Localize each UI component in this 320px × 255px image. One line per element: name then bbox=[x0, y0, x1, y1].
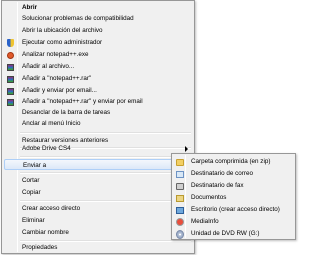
menu-item-add-to-rar[interactable]: Añadir a "notepad++.rar" bbox=[4, 73, 192, 84]
send-to-desktop[interactable]: Escritorio (crear acceso directo) bbox=[174, 204, 293, 215]
dvd-drive-icon bbox=[176, 229, 184, 239]
fax-icon bbox=[176, 182, 184, 190]
menu-item-add-rar-and-email[interactable]: Añadir a "notepad++.rar" y enviar por em… bbox=[4, 96, 192, 107]
menu-item-label: Abrir la ubicación del archivo bbox=[22, 27, 103, 34]
mediainfo-icon bbox=[176, 218, 184, 226]
menu-item-label: Unidad de DVD RW (G:) bbox=[191, 230, 260, 237]
menu-item-open-file-location[interactable]: Abrir la ubicación del archivo bbox=[4, 25, 192, 36]
zip-folder-icon bbox=[176, 158, 184, 166]
menu-item-rename[interactable]: Cambiar nombre bbox=[4, 227, 192, 238]
send-to-submenu: Carpeta comprimida (en zip) Destinatario… bbox=[171, 153, 296, 240]
desktop-icon bbox=[176, 206, 184, 214]
menu-item-scan[interactable]: Analizar notepad++.exe bbox=[4, 49, 192, 60]
menu-item-label: Cambiar nombre bbox=[22, 229, 69, 236]
menu-item-label: Adobe Drive CS4 bbox=[22, 145, 71, 152]
menu-item-add-and-email[interactable]: Añadir y enviar por email... bbox=[4, 85, 192, 96]
menu-item-run-as-admin[interactable]: Ejecutar como administrador bbox=[4, 37, 192, 48]
mail-icon bbox=[176, 170, 184, 178]
menu-item-label: Solucionar problemas de compatibilidad bbox=[22, 15, 134, 22]
uac-shield-icon bbox=[6, 39, 14, 47]
submenu-arrow-icon bbox=[185, 146, 188, 152]
menu-item-label: Propiedades bbox=[22, 244, 58, 251]
documents-folder-icon bbox=[176, 194, 184, 202]
menu-item-label: Añadir y enviar por email... bbox=[22, 87, 97, 94]
menu-item-unpin-taskbar[interactable]: Desanclar de la barra de tareas bbox=[4, 107, 192, 118]
menu-item-label: Ejecutar como administrador bbox=[22, 39, 103, 46]
menu-item-label: Añadir a "notepad++.rar" bbox=[22, 75, 92, 82]
menu-item-label: MediaInfo bbox=[191, 218, 219, 225]
winrar-icon bbox=[6, 98, 14, 106]
menu-item-label: Documentos bbox=[191, 194, 227, 201]
menu-item-label: Añadir a "notepad++.rar" y enviar por em… bbox=[22, 98, 143, 105]
menu-item-label: Eliminar bbox=[22, 217, 45, 224]
antivirus-icon bbox=[6, 51, 14, 59]
menu-item-send-to[interactable]: Enviar a bbox=[4, 159, 192, 170]
send-to-documents[interactable]: Documentos bbox=[174, 192, 293, 203]
menu-item-properties[interactable]: Propiedades bbox=[4, 242, 192, 253]
menu-item-abrir[interactable]: Abrir bbox=[4, 2, 192, 13]
menu-item-delete[interactable]: Eliminar bbox=[4, 215, 192, 226]
menu-item-label: Cortar bbox=[22, 177, 40, 184]
send-to-dvd-drive[interactable]: Unidad de DVD RW (G:) bbox=[174, 228, 293, 239]
menu-separator bbox=[20, 156, 191, 158]
menu-separator bbox=[20, 200, 191, 202]
menu-item-troubleshoot-compatibility[interactable]: Solucionar problemas de compatibilidad bbox=[4, 13, 192, 24]
menu-item-label: Enviar a bbox=[23, 162, 47, 169]
menu-item-label: Carpeta comprimida (en zip) bbox=[191, 158, 271, 165]
send-to-mediainfo[interactable]: MediaInfo bbox=[174, 216, 293, 227]
winrar-icon bbox=[6, 63, 14, 71]
menu-item-label: Destinatario de correo bbox=[191, 170, 253, 177]
send-to-mail-recipient[interactable]: Destinatario de correo bbox=[174, 168, 293, 179]
menu-item-label: Copiar bbox=[22, 189, 41, 196]
menu-item-label: Añadir al archivo... bbox=[22, 63, 75, 70]
send-to-zip-folder[interactable]: Carpeta comprimida (en zip) bbox=[174, 156, 293, 167]
menu-separator bbox=[20, 132, 191, 134]
winrar-icon bbox=[6, 75, 14, 83]
menu-item-pin-start[interactable]: Anclar al menú Inicio bbox=[4, 118, 192, 129]
menu-item-label: Anclar al menú Inicio bbox=[22, 120, 81, 127]
menu-item-create-shortcut[interactable]: Crear acceso directo bbox=[4, 203, 192, 214]
menu-item-copy[interactable]: Copiar bbox=[4, 187, 192, 198]
menu-item-label: Destinatario de fax bbox=[191, 182, 244, 189]
menu-item-label: Crear acceso directo bbox=[22, 205, 81, 212]
menu-separator bbox=[20, 172, 191, 174]
send-to-fax-recipient[interactable]: Destinatario de fax bbox=[174, 180, 293, 191]
menu-item-label: Desanclar de la barra de tareas bbox=[22, 109, 111, 116]
menu-item-label: Analizar notepad++.exe bbox=[22, 51, 89, 58]
menu-item-label: Escritorio (crear acceso directo) bbox=[191, 206, 280, 213]
menu-item-cut[interactable]: Cortar bbox=[4, 175, 192, 186]
winrar-icon bbox=[6, 87, 14, 95]
menu-item-adobe-drive[interactable]: Adobe Drive CS4 bbox=[4, 143, 192, 154]
menu-item-add-to-archive[interactable]: Añadir al archivo... bbox=[4, 61, 192, 72]
menu-item-label: Abrir bbox=[22, 4, 38, 11]
context-menu: Abrir Solucionar problemas de compatibil… bbox=[1, 0, 195, 254]
